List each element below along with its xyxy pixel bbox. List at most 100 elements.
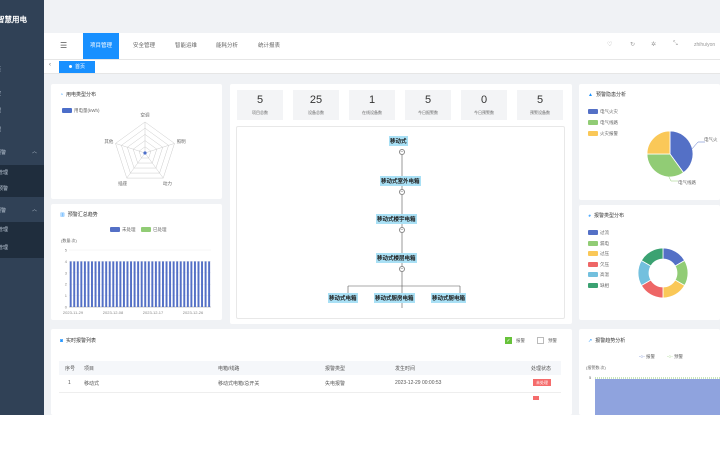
radar-indicator-label: 空调 <box>141 112 150 119</box>
bar <box>122 261 125 307</box>
radar-chart: 空调照明动力 插座 其他 <box>104 112 186 188</box>
area-chart <box>595 377 720 415</box>
tree-node-l1[interactable]: 移动式室外电箱 <box>380 176 421 186</box>
bar-chart: 0 1 2 3 4 5 2023-11-29 2023-12-08 2023-12-17 2023… <box>63 248 211 315</box>
tab-project[interactable]: 项目管理 <box>83 33 120 59</box>
stat-label: 今日报警数 <box>418 110 438 115</box>
stat-box: 5 预警设备数 <box>517 90 563 120</box>
sidebar-item-manage-2[interactable]: 理 <box>0 126 1 133</box>
area-series-alarm <box>595 379 720 415</box>
tab-energy[interactable]: 能耗分析 <box>216 41 238 49</box>
tree-node-root[interactable]: 移动式 <box>389 136 408 146</box>
row-project: 移动式 <box>84 381 100 387</box>
sidebar-item-manage-1[interactable]: 理 <box>0 107 1 114</box>
alarm-type-card: ◕ 报警类型分布 过流 漏电 过压 欠压 高温 缺相 <box>579 205 720 320</box>
bar <box>140 261 143 307</box>
stat-value: 5 <box>256 94 264 106</box>
bar <box>105 261 108 307</box>
tree-node-leaf-1[interactable]: 移动式电箱 <box>328 293 358 303</box>
chevron-up-icon[interactable]: ︿ <box>32 148 37 155</box>
legend-item[interactable]: 高温 <box>588 272 609 278</box>
stat-box: 25 设备总数 <box>293 90 339 120</box>
bar <box>208 261 211 307</box>
gear-icon[interactable]: ✲ <box>651 41 656 48</box>
radar-point <box>143 151 147 155</box>
legend-item[interactable]: 漏电 <box>588 241 609 247</box>
menu-toggle-icon[interactable]: ☰ <box>60 41 67 50</box>
column-header: 电箱/线路 <box>218 366 240 372</box>
x-tick-label: 2023-12-17 <box>143 310 164 315</box>
filter-alarm-checkbox[interactable]: ✓ <box>505 337 512 344</box>
bar <box>204 261 207 307</box>
collapse-icon[interactable]: − <box>399 149 405 155</box>
collapse-icon[interactable]: − <box>399 189 405 195</box>
bar <box>137 261 140 307</box>
tree-node-leaf-3[interactable]: 移动式厨电箱 <box>431 293 467 303</box>
tags-bar: ‹ 首页 <box>44 60 720 74</box>
column-header: 序号 <box>65 366 76 372</box>
bar <box>190 261 193 307</box>
bell-icon: ◙ <box>60 338 64 344</box>
tag-home[interactable]: 首页 <box>59 61 96 73</box>
collapse-icon[interactable]: − <box>399 227 405 233</box>
refresh-icon[interactable]: ↻ <box>630 41 635 48</box>
alarm-trend-analysis-card: ↗ 报警趋势分析 -○- 报警 -○- 预警 (报警数:次) 5 <box>579 329 720 415</box>
bar <box>98 261 101 307</box>
sidebar-item-home[interactable]: 页 <box>0 66 1 73</box>
bar <box>158 261 161 307</box>
hazard-pie-chart <box>646 130 705 182</box>
table-header: 序号 项目 电箱/线路 报警类型 发生时间 处理状态 <box>59 361 561 375</box>
y-tick-label: 0 <box>65 305 68 310</box>
sidebar-subitem-2[interactable]: 预警 <box>0 181 44 197</box>
bar <box>133 261 136 307</box>
brand-title: 智慧用电 <box>0 15 27 24</box>
chevron-left-icon[interactable]: ‹ <box>49 62 51 68</box>
sidebar-group-device[interactable]: 预警 <box>0 207 6 214</box>
filter-alarm-label[interactable]: 报警 <box>516 338 525 344</box>
tree-node-l3[interactable]: 移动式楼层电箱 <box>376 253 417 263</box>
fullscreen-icon[interactable]: ⤡ <box>673 41 678 48</box>
x-tick-label: 2023-11-29 <box>63 310 84 315</box>
legend-item[interactable]: 过流 <box>588 230 609 236</box>
tab-ops[interactable]: 智能运维 <box>175 41 197 49</box>
bar <box>147 261 150 307</box>
bar <box>91 261 93 307</box>
heart-icon[interactable]: ♡ <box>607 41 612 48</box>
y-tick-label: 2 <box>65 282 68 287</box>
stat-box: 1 在线设备数 <box>349 90 395 120</box>
tree-node-l2[interactable]: 移动式楼宇电箱 <box>376 214 417 224</box>
filter-warning-checkbox[interactable] <box>537 337 544 344</box>
stat-value: 0 <box>480 94 488 106</box>
bar <box>151 261 154 307</box>
bar <box>73 261 76 307</box>
sidebar-subitem-4[interactable]: 管理 <box>0 238 44 258</box>
y-tick-label: 4 <box>65 259 68 264</box>
bar <box>130 261 133 307</box>
sidebar-group-alarm[interactable]: 预警 <box>0 149 6 156</box>
sidebar-subitem-3[interactable]: 管理 <box>0 222 44 238</box>
filter-warning-label[interactable]: 预警 <box>548 338 557 344</box>
legend-item[interactable]: 过压 <box>588 251 609 257</box>
legend-item[interactable]: 缺相 <box>588 283 609 289</box>
pie-slice <box>646 130 671 155</box>
bar <box>101 261 104 307</box>
row-no: 1 <box>68 380 71 386</box>
collapse-icon[interactable]: − <box>399 266 405 272</box>
user-name[interactable]: zhihuiyon <box>694 42 715 48</box>
column-header: 发生时间 <box>395 366 416 372</box>
status-badge: 未处理 <box>533 379 551 386</box>
bar <box>108 261 111 307</box>
sidebar-subitem-1[interactable]: 管理 <box>0 165 44 181</box>
legend-item[interactable]: 欠压 <box>588 262 609 268</box>
chevron-up-icon[interactable]: ︿ <box>32 206 37 213</box>
bar <box>80 261 83 307</box>
column-header: 项目 <box>84 366 95 372</box>
tab-report[interactable]: 统计报表 <box>258 41 280 49</box>
x-tick-label: 2023-12-08 <box>103 310 124 315</box>
tab-safety[interactable]: 安全管理 <box>133 41 155 49</box>
sidebar-item-monitor[interactable]: 控 <box>0 90 1 97</box>
row-divider <box>59 392 561 393</box>
stat-box: 5 项目总数 <box>237 90 283 120</box>
tree-node-leaf-2[interactable]: 移动式厨房电箱 <box>374 293 415 303</box>
sidebar: 智慧用电 页 控 理 理 预警 ︿ 管理 预警 预警 ︿ 管理 管理 <box>0 0 44 415</box>
